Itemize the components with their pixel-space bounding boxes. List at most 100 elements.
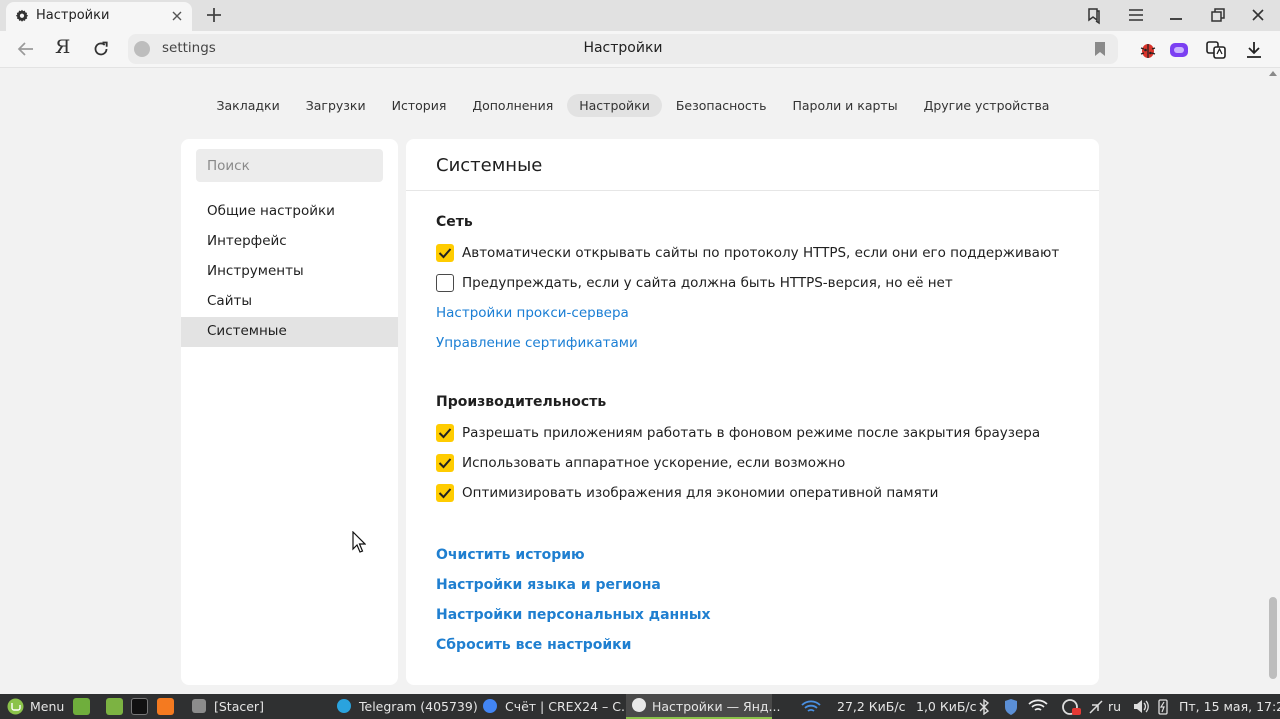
task-title: Счёт | CREX24 – С... [505,699,633,714]
new-tab-icon[interactable] [204,5,224,25]
task-stacer[interactable]: [Stacer] [185,694,325,719]
optimize-images-checkbox[interactable] [436,484,454,502]
shield-icon[interactable] [1003,698,1019,716]
title-divider [406,190,1099,191]
back-arrow-icon[interactable] [16,39,36,59]
bluetooth-icon[interactable] [978,699,990,715]
keyboard-layout[interactable]: ru [1108,694,1121,719]
task-title: Telegram (405739) [359,699,478,714]
clock[interactable]: Пт, 15 мая, 17:21 [1179,694,1280,719]
sidebar-item-interface[interactable]: Интерфейс [181,227,398,257]
clear-history-link[interactable]: Очистить историю [436,547,585,563]
minimize-icon[interactable] [1166,5,1186,25]
browser-tab-settings[interactable]: Настройки [6,2,192,31]
tab-history[interactable]: История [380,94,459,117]
performance-section-title: Производительность [436,394,607,410]
tab-strip: Настройки [0,0,1280,31]
browser-toolbar: Я settings Настройки [0,31,1280,68]
network-wifi-icon[interactable] [800,699,822,715]
tab-security[interactable]: Безопасность [664,94,779,117]
checkmark-icon [438,248,452,259]
checkmark-icon [438,428,452,439]
sidebar-item-tools[interactable]: Инструменты [181,257,398,287]
battery-icon[interactable] [1158,698,1168,715]
tab-title: Настройки [36,8,110,23]
address-page-title: Настройки [583,40,663,56]
tab-settings[interactable]: Настройки [567,94,662,117]
tab-passwords[interactable]: Пароли и карты [780,94,909,117]
no-power-icon[interactable] [1088,699,1104,715]
network-section-title: Сеть [436,214,473,230]
net-download-speed: 27,2 КиБ/с [837,699,906,714]
mouse-cursor-icon [352,531,366,553]
task-crex24[interactable]: Счёт | CREX24 – С... [476,694,633,719]
tab-downloads[interactable]: Загрузки [294,94,378,117]
search-input[interactable] [196,149,383,182]
personal-data-link[interactable]: Настройки персональных данных [436,607,711,623]
volume-icon[interactable] [1132,698,1150,715]
task-telegram[interactable]: Telegram (405739) [330,694,478,719]
downloads-icon[interactable] [1243,39,1265,61]
mint-logo-icon [7,698,24,715]
page-scrollbar[interactable] [1266,69,1280,694]
hw-accel-checkbox[interactable] [436,454,454,472]
tab-extensions[interactable]: Дополнения [460,94,565,117]
page-title: Системные [436,155,543,176]
gear-icon [15,9,29,22]
address-bar[interactable]: settings Настройки [128,34,1118,64]
reset-settings-link[interactable]: Сбросить все настройки [436,637,631,653]
yandex-button[interactable]: Я [55,36,70,58]
hw-accel-label: Использовать аппаратное ускорение, если … [462,455,846,471]
file-manager-icon[interactable] [106,698,123,715]
checkmark-icon [438,458,452,469]
stacer-icon [192,699,206,713]
section-tabs: Закладки Загрузки История Дополнения Нас… [0,94,1266,118]
background-apps-checkbox[interactable] [436,424,454,442]
sidebar-item-system[interactable]: Системные [181,317,398,347]
https-auto-checkbox[interactable] [436,244,454,262]
yandex-browser-icon [632,698,646,712]
alice-extension-icon[interactable] [1168,39,1190,61]
proxy-settings-link[interactable]: Настройки прокси-сервера [436,305,629,321]
os-taskbar: Menu [Stacer] Telegram (405739) Счёт | C… [0,694,1280,719]
settings-page: Закладки Загрузки История Дополнения Нас… [0,69,1266,694]
restore-icon[interactable] [1208,5,1228,25]
wifi-icon[interactable] [1028,699,1048,714]
ladybug-extension-icon[interactable] [1137,39,1159,61]
tab-manager-icon[interactable] [1084,5,1104,25]
menu-label: Menu [30,699,65,714]
settings-sidebar: Общие настройки Интерфейс Инструменты Са… [181,139,398,685]
scroll-thumb[interactable] [1269,597,1277,679]
scroll-up-icon[interactable] [1269,71,1277,76]
background-apps-label: Разрешать приложениям работать в фоновом… [462,425,1041,441]
reload-icon[interactable] [91,39,111,59]
net-upload-speed: 1,0 КиБ/с [916,699,977,714]
task-title: [Stacer] [214,699,264,714]
sidebar-item-sites[interactable]: Сайты [181,287,398,317]
certificates-link[interactable]: Управление сертификатами [436,335,638,351]
close-window-icon[interactable] [1248,5,1268,25]
menu-icon[interactable] [1126,5,1146,25]
task-yandex-settings[interactable]: Настройки — Янд... [626,694,780,719]
bookmark-icon[interactable] [1094,42,1106,56]
tab-other-devices[interactable]: Другие устройства [912,94,1062,117]
task-title: Настройки — Янд... [652,699,781,714]
firefox-icon[interactable] [157,698,174,715]
start-menu-button[interactable]: Menu [0,694,66,719]
https-warn-checkbox[interactable] [436,274,454,292]
settings-content: Системные Сеть Автоматически открывать с… [406,139,1099,685]
translate-extension-icon[interactable] [1205,39,1227,61]
https-warn-label: Предупреждать, если у сайта должна быть … [462,275,953,291]
language-region-link[interactable]: Настройки языка и региона [436,577,661,593]
sidebar-item-general[interactable]: Общие настройки [181,197,398,227]
show-desktop-icon[interactable] [73,698,90,715]
tab-bookmarks[interactable]: Закладки [205,94,292,117]
https-auto-label: Автоматически открывать сайты по протоко… [462,245,1060,261]
chrome-icon [483,699,497,713]
terminal-icon[interactable] [131,698,148,715]
update-manager-icon[interactable] [1060,697,1082,716]
optimize-images-label: Оптимизировать изображения для экономии … [462,485,939,501]
checkmark-icon [438,488,452,499]
close-icon[interactable] [170,9,184,23]
telegram-icon [337,699,351,713]
